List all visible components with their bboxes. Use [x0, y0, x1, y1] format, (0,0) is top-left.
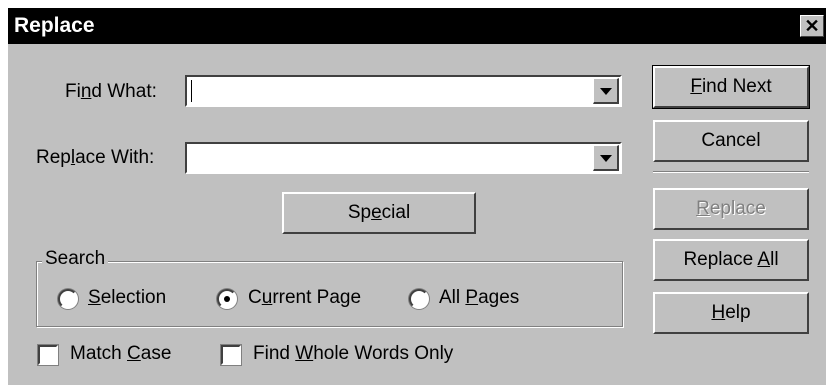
dropdown-arrow-icon: [600, 88, 612, 95]
radio-current-page[interactable]: [217, 289, 237, 309]
radio-selection[interactable]: [58, 289, 78, 309]
text-cursor: [191, 80, 192, 102]
title-bar[interactable]: Replace ✕: [8, 8, 826, 44]
replace-all-button[interactable]: Replace All: [653, 239, 809, 281]
button-separator: [653, 171, 809, 173]
replace-with-input[interactable]: [185, 142, 622, 174]
dropdown-arrow-icon: [600, 155, 612, 162]
find-next-button[interactable]: Find Next: [652, 65, 810, 109]
radio-all-pages[interactable]: [409, 289, 429, 309]
replace-dialog: Replace ✕ Find What: Replace With: Speci…: [8, 8, 826, 385]
cancel-button[interactable]: Cancel: [653, 120, 809, 162]
replace-with-label: Replace With:: [36, 147, 155, 168]
radio-selection-label[interactable]: Selection: [88, 287, 166, 309]
find-what-input[interactable]: [185, 75, 622, 107]
match-case-label[interactable]: Match Case: [70, 343, 171, 365]
close-icon: ✕: [804, 16, 820, 36]
radio-current-page-label[interactable]: Current Page: [248, 287, 361, 309]
find-what-label: Find What:: [65, 81, 157, 102]
replace-button[interactable]: Replace: [653, 188, 809, 230]
match-case-checkbox[interactable]: [38, 345, 58, 365]
whole-words-label[interactable]: Find Whole Words Only: [253, 343, 453, 365]
close-button[interactable]: ✕: [800, 15, 824, 37]
replace-with-dropdown-button[interactable]: [593, 145, 619, 171]
radio-selected-dot: [224, 296, 230, 302]
help-button[interactable]: Help: [653, 292, 809, 334]
find-what-dropdown-button[interactable]: [593, 78, 619, 104]
dialog-title: Replace: [14, 14, 95, 37]
whole-words-checkbox[interactable]: [221, 345, 241, 365]
special-button[interactable]: Special: [282, 192, 476, 234]
search-group-label: Search: [42, 248, 109, 270]
radio-all-pages-label[interactable]: All Pages: [439, 287, 519, 309]
